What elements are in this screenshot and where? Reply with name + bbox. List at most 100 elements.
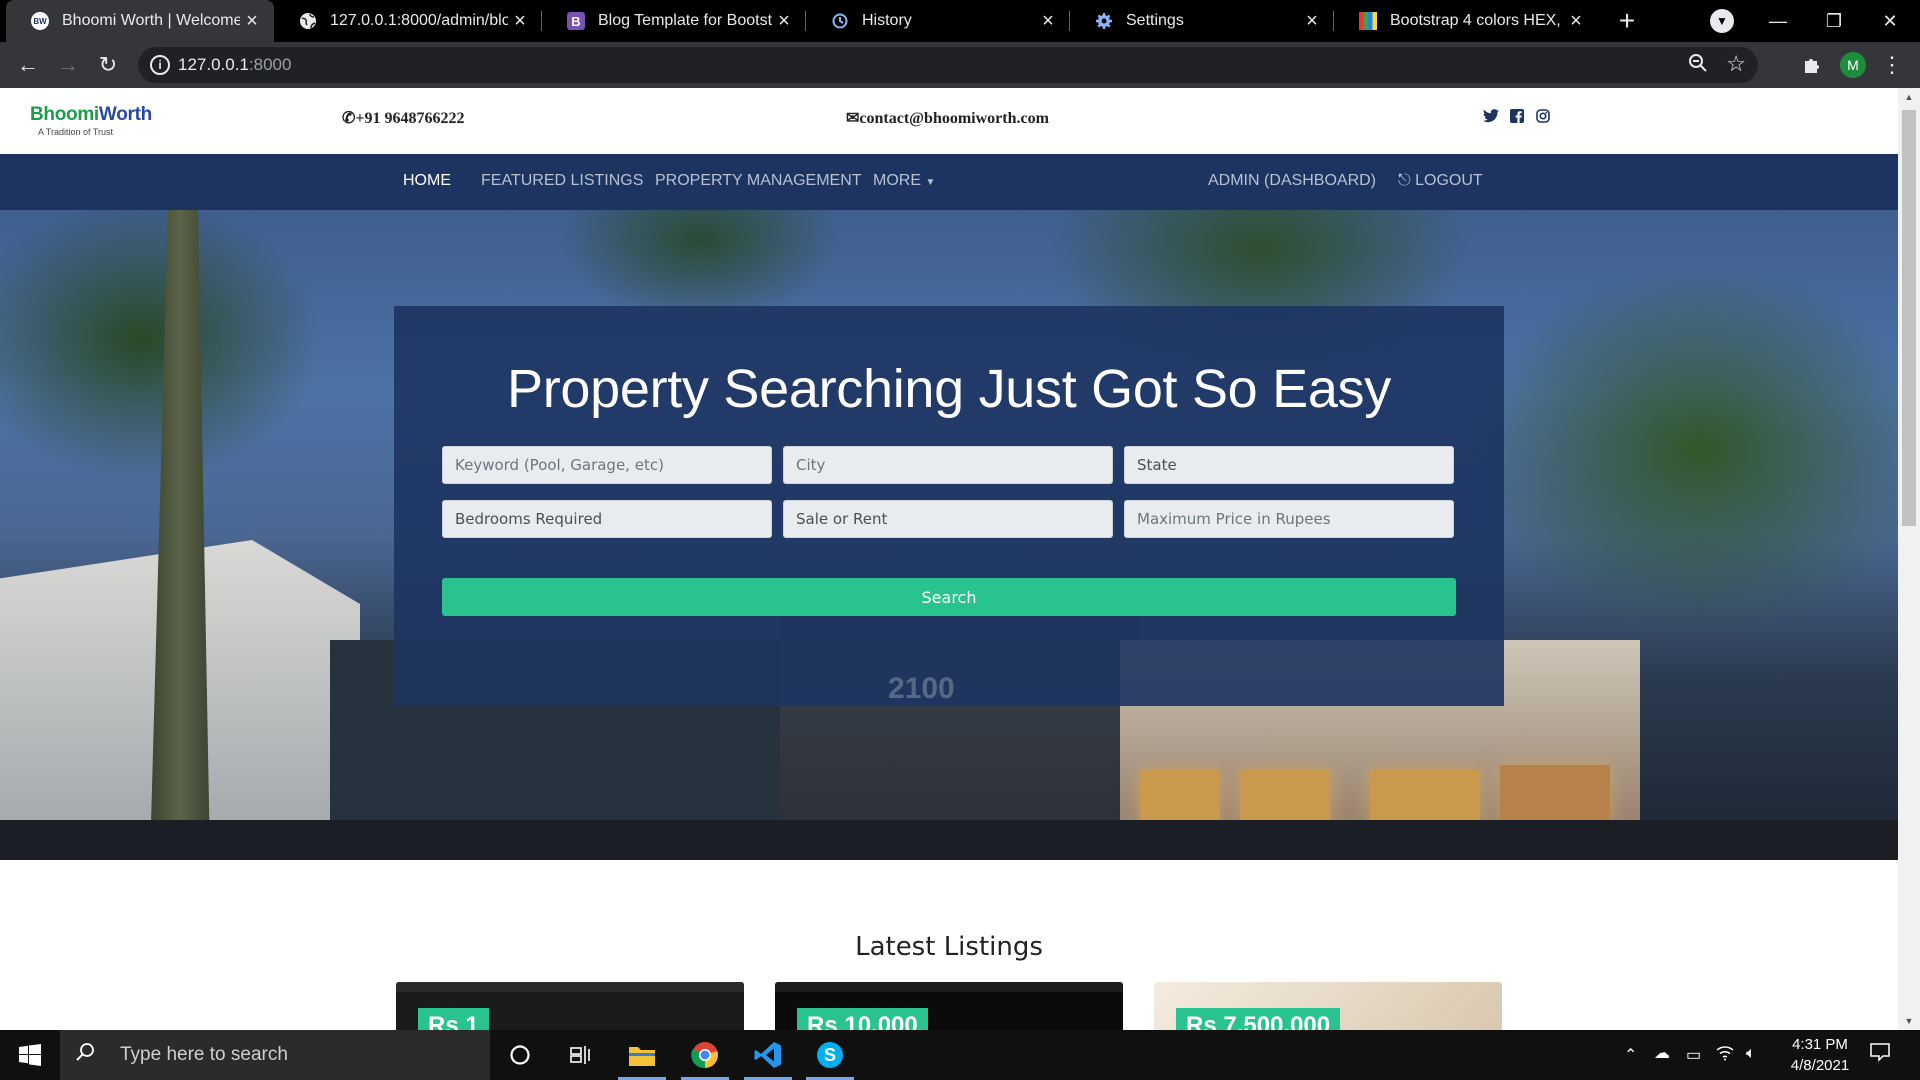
hero-section: Property Searching Just Got So Easy Keyw… xyxy=(0,210,1898,860)
tab-title: History xyxy=(862,12,912,29)
instagram-icon[interactable] xyxy=(1534,107,1552,125)
browser-toolbar: ← → ↻ i 127.0.0.1:8000 ☆ M ⋮ xyxy=(0,42,1920,88)
listing-card[interactable]: Rs 10,000 xyxy=(775,982,1123,1030)
chevron-up-icon[interactable]: ⌃ xyxy=(1624,1045,1637,1065)
new-tab-button[interactable]: + xyxy=(1612,5,1642,36)
nav-home[interactable]: HOME xyxy=(403,172,451,190)
tab-search-icon[interactable]: ▼ xyxy=(1710,9,1734,33)
hero-title: Property Searching Just Got So Easy xyxy=(507,359,1391,419)
reload-icon[interactable]: ↻ xyxy=(92,49,124,81)
taskbar-search-box[interactable]: Type here to search xyxy=(60,1030,490,1080)
url-text: 127.0.0.1:8000 xyxy=(178,55,292,74)
contact-email: ✉contact@bhoomiworth.com xyxy=(846,110,1049,127)
forward-arrow-icon[interactable]: → xyxy=(52,49,84,81)
tab-bootstrap-colors[interactable]: Bootstrap 4 colors HEX, RGB × xyxy=(1334,0,1598,42)
back-arrow-icon[interactable]: ← xyxy=(12,49,44,81)
nav-property-management[interactable]: PROPERTY MANAGEMENT xyxy=(655,172,862,190)
history-icon xyxy=(830,11,850,31)
web-page: BhoomiWorth A Tradition of Trust ✆+91 96… xyxy=(0,88,1898,1030)
zoom-icon[interactable] xyxy=(1688,53,1708,78)
windows-start-icon[interactable] xyxy=(0,1030,60,1080)
main-navbar: HOME FEATURED LISTINGS PROPERTY MANAGEME… xyxy=(0,154,1898,210)
keyword-input[interactable]: Keyword (Pool, Garage, etc) xyxy=(442,446,772,484)
scroll-down-arrow-icon[interactable]: ▼ xyxy=(1898,1012,1920,1030)
address-bar[interactable]: i 127.0.0.1:8000 ☆ xyxy=(138,47,1758,83)
vscode-icon[interactable] xyxy=(738,1030,798,1080)
envelope-icon: ✉ xyxy=(846,110,860,127)
sale-or-rent-select[interactable]: Sale or Rent xyxy=(783,500,1113,538)
bedrooms-select[interactable]: Bedrooms Required xyxy=(442,500,772,538)
contact-phone: ✆+91 9648766222 xyxy=(342,110,465,127)
skype-icon[interactable]: S xyxy=(800,1030,860,1080)
nav-admin-dashboard[interactable]: ADMIN (DASHBOARD) xyxy=(1208,172,1376,190)
restore-icon[interactable]: ❐ xyxy=(1806,0,1862,42)
tab-title: Blog Template for Bootstrap xyxy=(598,12,772,29)
city-input[interactable]: City xyxy=(783,446,1113,484)
scrollbar-thumb[interactable] xyxy=(1902,110,1916,526)
search-icon xyxy=(76,1042,106,1068)
nav-featured-listings[interactable]: FEATURED LISTINGS xyxy=(481,172,643,190)
extensions-puzzle-icon[interactable] xyxy=(1796,49,1828,81)
close-tab-icon[interactable]: × xyxy=(772,9,796,33)
profile-avatar[interactable]: M xyxy=(1840,52,1866,78)
scroll-up-arrow-icon[interactable]: ▲ xyxy=(1898,88,1920,106)
close-tab-icon[interactable]: × xyxy=(1300,9,1324,33)
taskbar-search-placeholder: Type here to search xyxy=(120,1044,288,1065)
clock-time: 4:31 PM xyxy=(1792,1036,1848,1053)
cortana-icon[interactable] xyxy=(490,1030,550,1080)
page-scrollbar[interactable]: ▲ ▼ xyxy=(1898,88,1920,1030)
listing-price: Rs 10,000 xyxy=(797,1008,928,1030)
tab-admin-blogs[interactable]: 127.0.0.1:8000/admin/blogs × xyxy=(274,0,542,42)
state-select[interactable]: State xyxy=(1124,446,1454,484)
onedrive-cloud-icon[interactable]: ☁ xyxy=(1654,1043,1670,1063)
volume-icon[interactable]: 🔈︎ xyxy=(1746,1045,1756,1063)
close-tab-icon[interactable]: × xyxy=(508,9,532,33)
tab-blog-template[interactable]: B Blog Template for Bootstrap × xyxy=(542,0,806,42)
close-tab-icon[interactable]: × xyxy=(1036,9,1060,33)
site-info-icon[interactable]: i xyxy=(150,55,170,75)
file-explorer-icon[interactable] xyxy=(612,1030,672,1080)
clock-date: 4/8/2021 xyxy=(1790,1057,1850,1074)
listing-card[interactable]: Rs 7,500,000 xyxy=(1154,982,1502,1030)
logo-tagline: A Tradition of Trust xyxy=(38,127,114,137)
search-button[interactable]: Search xyxy=(442,578,1456,616)
notifications-icon[interactable] xyxy=(1870,1042,1890,1068)
site-logo[interactable]: BhoomiWorth A Tradition of Trust xyxy=(30,104,160,138)
taskbar-clock[interactable]: 4:31 PM 4/8/2021 xyxy=(1760,1034,1880,1076)
windows-taskbar: Type here to search S ⌃ ☁ ▭ 🔈︎ 4:31 PM 4… xyxy=(0,1030,1920,1080)
max-price-input[interactable]: Maximum Price in Rupees xyxy=(1124,500,1454,538)
gear-icon xyxy=(1094,11,1114,31)
property-search-panel: Property Searching Just Got So Easy Keyw… xyxy=(394,306,1504,706)
tab-settings[interactable]: Settings × xyxy=(1070,0,1334,42)
tab-title: 127.0.0.1:8000/admin/blogs xyxy=(330,12,508,29)
bootstrap-icon: B xyxy=(566,11,586,31)
bhoomiworth-favicon: BW xyxy=(30,11,50,31)
ground xyxy=(0,820,1898,860)
sign-out-icon: ⎋ xyxy=(1398,172,1411,189)
window-close-icon[interactable]: ✕ xyxy=(1862,0,1918,42)
site-top-bar: BhoomiWorth A Tradition of Trust ✆+91 96… xyxy=(0,88,1898,154)
latest-listings-heading: Latest Listings xyxy=(855,932,1043,962)
close-tab-icon[interactable]: × xyxy=(1564,9,1588,33)
twitter-icon[interactable] xyxy=(1482,107,1500,125)
nav-more-dropdown[interactable]: MORE ▼ xyxy=(873,172,935,190)
tree-trunk xyxy=(150,210,210,860)
chrome-icon[interactable] xyxy=(675,1030,735,1080)
nav-logout[interactable]: ⎋ LOGOUT xyxy=(1398,172,1483,190)
listing-price: Rs 1 xyxy=(418,1008,489,1030)
facebook-icon[interactable] xyxy=(1508,107,1526,125)
close-tab-icon[interactable]: × xyxy=(240,9,264,33)
bookmark-star-icon[interactable]: ☆ xyxy=(1726,51,1746,77)
listing-card[interactable]: Rs 1 xyxy=(396,982,744,1030)
task-view-icon[interactable] xyxy=(550,1030,610,1080)
tab-bhoomi-worth[interactable]: BW Bhoomi Worth | Welcome × xyxy=(6,0,274,42)
caret-down-icon: ▼ xyxy=(925,177,936,188)
tab-history[interactable]: History × xyxy=(806,0,1070,42)
battery-icon[interactable]: ▭ xyxy=(1686,1045,1701,1065)
listing-price: Rs 7,500,000 xyxy=(1176,1008,1341,1030)
tab-title: Settings xyxy=(1126,12,1184,29)
tab-title: Bootstrap 4 colors HEX, RGB xyxy=(1390,12,1564,29)
menu-dots-icon[interactable]: ⋮ xyxy=(1876,49,1908,81)
minimize-icon[interactable]: — xyxy=(1750,0,1806,42)
wifi-icon[interactable] xyxy=(1716,1045,1734,1066)
